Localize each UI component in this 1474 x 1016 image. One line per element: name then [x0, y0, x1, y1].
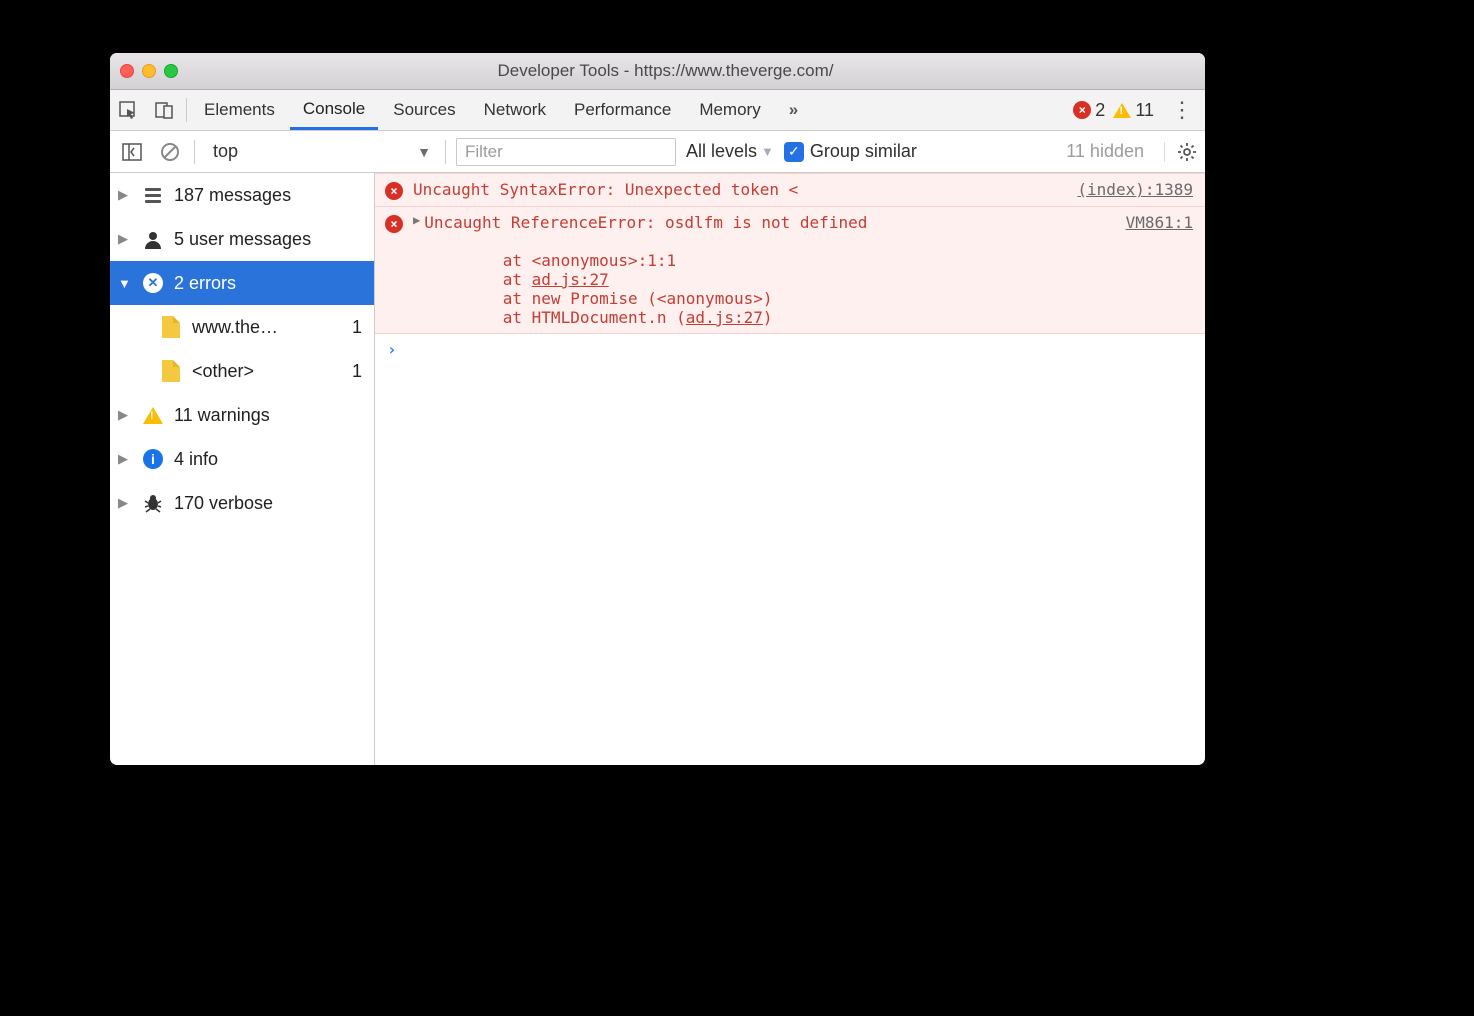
- warning-count-badge[interactable]: 11: [1113, 100, 1154, 121]
- main-body: ▶ 187 messages ▶ 5 user messages ▼ ✕ 2 e…: [110, 173, 1205, 765]
- log-level-value: All levels: [686, 141, 757, 162]
- sidebar-item-label: 5 user messages: [174, 229, 311, 250]
- triangle-right-icon: ▶: [118, 407, 132, 423]
- error-icon: ×: [385, 182, 403, 200]
- list-icon: [142, 188, 164, 203]
- error-count: 2: [1095, 100, 1105, 121]
- console-error-message[interactable]: × ▶ Uncaught ReferenceError: osdlfm is n…: [375, 207, 1205, 334]
- stack-line: at HTMLDocument.n (: [464, 308, 686, 327]
- sidebar-item-label: 2 errors: [174, 273, 236, 294]
- info-icon: i: [142, 449, 164, 469]
- window-title: Developer Tools - https://www.theverge.c…: [136, 61, 1195, 81]
- sidebar-item-verbose[interactable]: ▶ 170 verbose: [110, 481, 374, 525]
- stack-line: at new Promise (<anonymous>): [464, 289, 772, 308]
- device-toolbar-icon[interactable]: [146, 90, 182, 130]
- triangle-right-icon: ▶: [118, 495, 132, 511]
- clear-console-icon[interactable]: [156, 142, 184, 162]
- close-icon[interactable]: [120, 64, 134, 78]
- context-selector[interactable]: top ▼: [205, 141, 435, 162]
- tab-sources[interactable]: Sources: [380, 90, 468, 130]
- tab-memory[interactable]: Memory: [686, 90, 773, 130]
- sidebar-subitem-file[interactable]: www.the… 1: [110, 305, 374, 349]
- sidebar-item-count: 1: [352, 361, 366, 382]
- stack-link[interactable]: ad.js:27: [532, 270, 609, 289]
- sidebar-item-label: www.the…: [192, 317, 278, 338]
- sidebar-item-count: 1: [352, 317, 366, 338]
- group-similar-checkbox[interactable]: ✓ Group similar: [784, 141, 917, 162]
- sidebar-item-errors[interactable]: ▼ ✕ 2 errors: [110, 261, 374, 305]
- console-toolbar: top ▼ Filter All levels ▼ ✓ Group simila…: [110, 131, 1205, 173]
- stack-line: at: [464, 270, 531, 289]
- chevron-down-icon: ▼: [761, 144, 774, 159]
- message-source-link[interactable]: VM861:1: [1126, 213, 1193, 232]
- triangle-right-icon: ▶: [118, 231, 132, 247]
- user-icon: [142, 229, 164, 249]
- kebab-menu-icon[interactable]: ⋮: [1163, 97, 1201, 123]
- divider: [194, 140, 195, 164]
- triangle-right-icon: ▶: [118, 451, 132, 467]
- tab-network[interactable]: Network: [471, 90, 559, 130]
- sidebar-item-label: 170 verbose: [174, 493, 273, 514]
- sidebar-item-label: 187 messages: [174, 185, 291, 206]
- sidebar-item-label: 4 info: [174, 449, 218, 470]
- warning-icon: [1113, 103, 1131, 118]
- console-prompt[interactable]: ›: [375, 334, 1205, 365]
- sidebar-item-label: 11 warnings: [174, 405, 270, 426]
- titlebar: Developer Tools - https://www.theverge.c…: [110, 53, 1205, 90]
- error-icon: ×: [385, 215, 403, 233]
- hidden-count[interactable]: 11 hidden: [1066, 141, 1144, 162]
- group-similar-label: Group similar: [810, 141, 917, 162]
- error-count-badge[interactable]: × 2: [1073, 100, 1105, 121]
- sidebar-item-warnings[interactable]: ▶ 11 warnings: [110, 393, 374, 437]
- message-source-link[interactable]: (index):1389: [1077, 180, 1193, 199]
- console-output: × Uncaught SyntaxError: Unexpected token…: [375, 173, 1205, 765]
- tab-overflow-icon[interactable]: »: [776, 90, 811, 130]
- stack-link[interactable]: ad.js:27: [686, 308, 763, 327]
- console-error-message[interactable]: × Uncaught SyntaxError: Unexpected token…: [375, 173, 1205, 207]
- gear-icon[interactable]: [1164, 142, 1197, 162]
- stack-line: ): [763, 308, 773, 327]
- sidebar-item-info[interactable]: ▶ i 4 info: [110, 437, 374, 481]
- console-sidebar: ▶ 187 messages ▶ 5 user messages ▼ ✕ 2 e…: [110, 173, 375, 765]
- message-text: Uncaught ReferenceError: osdlfm is not d…: [424, 213, 867, 232]
- triangle-down-icon: ▼: [118, 276, 132, 291]
- error-icon: ×: [1073, 101, 1091, 119]
- sidebar-item-messages[interactable]: ▶ 187 messages: [110, 173, 374, 217]
- tab-console[interactable]: Console: [290, 90, 378, 130]
- error-icon: ✕: [142, 273, 164, 293]
- triangle-right-icon: ▶: [118, 187, 132, 203]
- filter-input[interactable]: Filter: [456, 138, 676, 166]
- sidebar-item-user-messages[interactable]: ▶ 5 user messages: [110, 217, 374, 261]
- sidebar-item-label: <other>: [192, 361, 254, 382]
- file-icon: [160, 316, 182, 338]
- warning-count: 11: [1135, 100, 1154, 121]
- tab-performance[interactable]: Performance: [561, 90, 684, 130]
- file-icon: [160, 360, 182, 382]
- stack-line: at <anonymous>:1:1: [464, 251, 676, 270]
- inspect-element-icon[interactable]: [110, 90, 146, 130]
- tab-strip: Elements Console Sources Network Perform…: [110, 90, 1205, 131]
- warning-icon: [142, 407, 164, 424]
- log-level-selector[interactable]: All levels ▼: [686, 141, 774, 162]
- divider: [186, 98, 187, 122]
- chevron-down-icon: ▼: [417, 144, 431, 160]
- checkbox-checked-icon: ✓: [784, 142, 804, 162]
- bug-icon: [142, 493, 164, 513]
- sidebar-toggle-icon[interactable]: [118, 143, 146, 161]
- triangle-right-icon[interactable]: ▶: [413, 213, 420, 227]
- divider: [445, 140, 446, 164]
- context-value: top: [213, 141, 238, 162]
- tab-elements[interactable]: Elements: [191, 90, 288, 130]
- sidebar-subitem-other[interactable]: <other> 1: [110, 349, 374, 393]
- devtools-window: Developer Tools - https://www.theverge.c…: [110, 53, 1205, 765]
- stack-trace: at <anonymous>:1:1 at ad.js:27 at new Pr…: [464, 232, 1195, 327]
